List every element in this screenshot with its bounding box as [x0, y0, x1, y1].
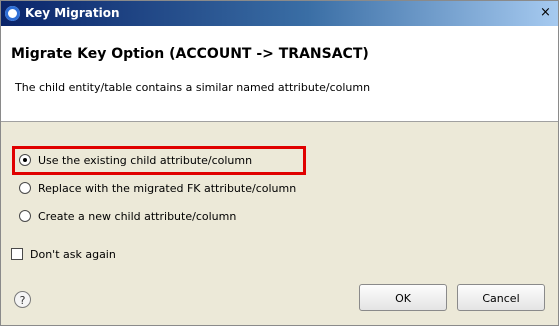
key-migration-dialog: Key Migration × Migrate Key Option (ACCO… — [0, 0, 559, 326]
page-description: The child entity/table contains a simila… — [15, 81, 371, 94]
radio-button[interactable] — [19, 182, 31, 194]
app-icon — [5, 6, 20, 21]
highlight-annotation — [12, 146, 306, 175]
cancel-button[interactable]: Cancel — [457, 284, 545, 311]
option-replace-fk[interactable]: Replace with the migrated FK attribute/c… — [19, 178, 296, 198]
radio-button[interactable] — [19, 210, 31, 222]
page-title: Migrate Key Option (ACCOUNT -> TRANSACT) — [11, 46, 369, 62]
title-bar: Key Migration × — [1, 1, 558, 26]
dont-ask-again-row[interactable]: Don't ask again — [11, 244, 116, 264]
dialog-header: Migrate Key Option (ACCOUNT -> TRANSACT)… — [1, 26, 558, 122]
help-icon[interactable]: ? — [14, 291, 31, 308]
option-label: Create a new child attribute/column — [38, 209, 237, 223]
dont-ask-again-label: Don't ask again — [30, 247, 116, 261]
close-button[interactable]: × — [537, 4, 554, 21]
option-create-new[interactable]: Create a new child attribute/column — [19, 206, 236, 226]
ok-button[interactable]: OK — [359, 284, 447, 311]
option-label: Replace with the migrated FK attribute/c… — [38, 181, 297, 195]
window-title: Key Migration — [25, 6, 120, 20]
dont-ask-again-checkbox[interactable] — [11, 248, 23, 260]
